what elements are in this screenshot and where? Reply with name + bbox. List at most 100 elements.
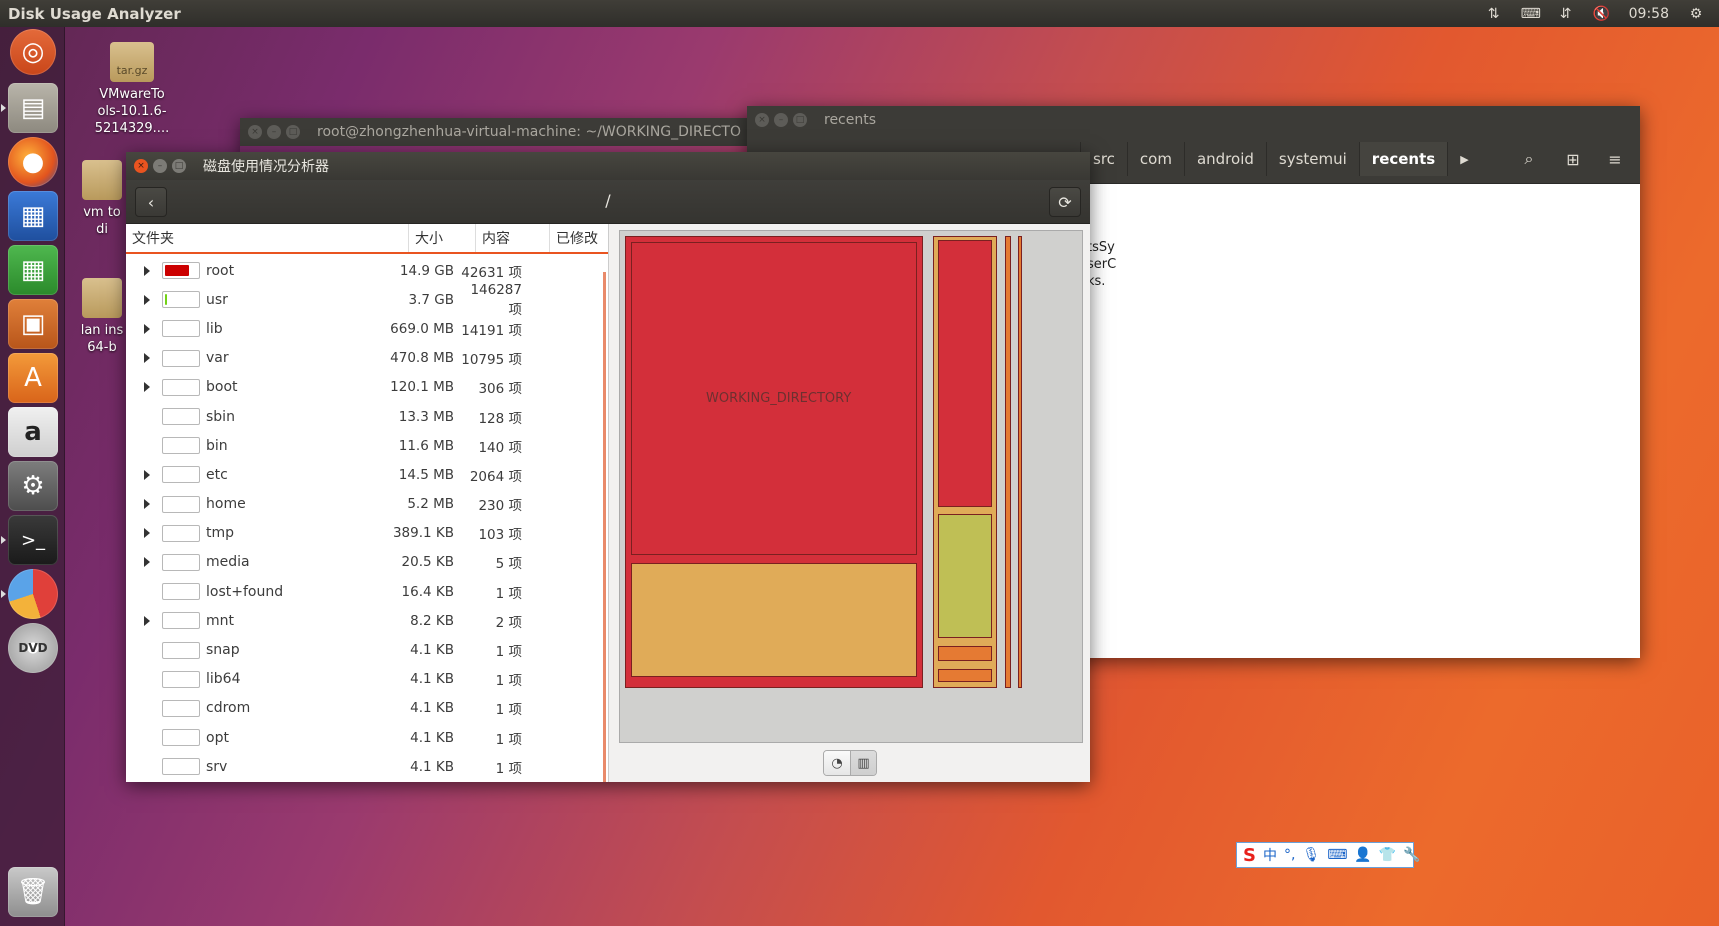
expand-arrow-icon[interactable] [144, 382, 150, 393]
rings-chart-button[interactable]: ◔ [824, 751, 850, 775]
close-icon[interactable]: × [134, 159, 148, 173]
treemap-chart-button[interactable]: ▥ [850, 751, 876, 775]
expand-arrow-icon[interactable] [144, 615, 150, 626]
treemap-block-usr-sub2[interactable] [938, 514, 992, 638]
column-folder[interactable]: 文件夹 [126, 224, 409, 252]
table-row[interactable]: bin 11.6 MB 140 项 [126, 431, 608, 460]
table-row[interactable]: boot 120.1 MB 306 项 [126, 373, 608, 402]
breadcrumb-recents[interactable]: recents [1358, 142, 1448, 176]
panel-clock[interactable]: 09:58 [1629, 6, 1669, 22]
table-row[interactable]: var 470.8 MB 10795 项 [126, 344, 608, 373]
table-row[interactable]: home 5.2 MB 230 项 [126, 490, 608, 519]
writer-icon[interactable]: ▦ [8, 191, 58, 241]
menu-icon[interactable]: ≡ [1596, 142, 1634, 176]
maximize-icon[interactable]: □ [172, 159, 186, 173]
expand-arrow-icon[interactable] [144, 353, 150, 364]
search-icon[interactable]: ⌕ [1510, 142, 1548, 176]
disk-usage-analyzer-icon[interactable] [8, 569, 58, 619]
treemap-block-lib[interactable] [1005, 236, 1011, 688]
power-gear-icon[interactable]: ⚙ [1687, 6, 1705, 22]
table-row[interactable]: lib 669.0 MB 14191 项 [126, 314, 608, 343]
expand-arrow-icon[interactable] [144, 528, 150, 539]
analyzer-titlebar[interactable]: × – □ 磁盘使用情况分析器 [126, 152, 1090, 180]
software-center-icon[interactable]: A [8, 353, 58, 403]
breadcrumb-com[interactable]: com [1126, 142, 1184, 176]
column-size[interactable]: 大小 [409, 224, 476, 252]
calc-icon[interactable]: ▦ [8, 245, 58, 295]
minimize-icon[interactable]: – [774, 113, 788, 127]
table-row[interactable]: srv 4.1 KB 1 项 [126, 752, 608, 781]
minimize-icon[interactable]: – [153, 159, 167, 173]
refresh-button[interactable]: ⟳ [1049, 187, 1081, 217]
close-icon[interactable]: × [248, 125, 262, 139]
ubuntu-dash-icon[interactable]: ◎ [10, 29, 56, 75]
grid-view-icon[interactable]: ⊞ [1554, 142, 1592, 176]
table-row[interactable]: opt 4.1 KB 1 项 [126, 723, 608, 752]
amazon-icon[interactable]: a [8, 407, 58, 457]
trash-icon[interactable]: 🗑 [8, 867, 58, 917]
column-contents[interactable]: 内容 [476, 224, 550, 252]
expand-arrow-icon[interactable] [144, 499, 150, 510]
expand-arrow-icon[interactable] [144, 557, 150, 568]
desktop-icon-2[interactable]: vm to di [78, 160, 126, 238]
treemap-block-usr-sub4[interactable] [938, 669, 992, 682]
expand-arrow-icon[interactable] [144, 265, 150, 276]
expand-arrow-icon[interactable] [144, 469, 150, 480]
table-row[interactable]: lost+found 16.4 KB 1 项 [126, 577, 608, 606]
table-row[interactable]: lib64 4.1 KB 1 项 [126, 665, 608, 694]
disk-usage-analyzer-window[interactable]: × – □ 磁盘使用情况分析器 ‹ / ⟳ 文件夹 大小 内容 已修改 root… [126, 152, 1090, 782]
breadcrumb-forward-icon[interactable]: ▶ [1447, 142, 1480, 176]
table-row[interactable]: sbin 13.3 MB 128 项 [126, 402, 608, 431]
treemap-block-usr-sub1[interactable] [938, 240, 992, 507]
files-app-icon[interactable]: ▤ [8, 83, 58, 133]
breadcrumb-systemui[interactable]: systemui [1265, 142, 1359, 176]
sound-muted-icon[interactable]: 🔇 [1593, 6, 1611, 22]
network-indicator-icon[interactable]: ⇅ [1485, 6, 1503, 22]
scrollbar[interactable] [603, 272, 606, 782]
treemap-block-var[interactable] [1018, 236, 1022, 688]
table-row[interactable]: usr 3.7 GB 146287 项 [126, 282, 608, 318]
table-row[interactable]: snap 4.1 KB 1 项 [126, 635, 608, 664]
maximize-icon[interactable]: □ [286, 125, 300, 139]
table-row[interactable]: mnt 8.2 KB 2 项 [126, 606, 608, 635]
file-item-partial[interactable]: tsSy serC ks. l [1087, 239, 1116, 307]
table-row[interactable]: root 14.9 GB 42631 项 [126, 256, 608, 285]
soft-keyboard-icon[interactable]: ⌨ [1327, 847, 1347, 863]
ime-toolbar[interactable]: S 中 °, 🎙 ⌨ 👤 👕 🔧 [1236, 842, 1421, 868]
close-icon[interactable]: × [755, 113, 769, 127]
punctuation-icon[interactable]: °, [1284, 847, 1295, 863]
folder-name: bin [206, 437, 228, 454]
folder-count: 146287 项 [470, 281, 522, 318]
maximize-icon[interactable]: □ [793, 113, 807, 127]
user-icon[interactable]: 👤 [1354, 847, 1371, 863]
expand-arrow-icon[interactable] [144, 294, 150, 305]
table-row[interactable]: tmp 389.1 KB 103 项 [126, 519, 608, 548]
treemap-block-usr-sub3[interactable] [938, 646, 992, 661]
folder-list[interactable]: 文件夹 大小 内容 已修改 root 14.9 GB 42631 项 usr 3.7 G… [126, 224, 608, 782]
treemap-chart[interactable]: WORKING_DIRECTORY [619, 230, 1083, 743]
files-titlebar[interactable]: × – □ recents [747, 106, 1640, 134]
table-row[interactable]: cdrom 4.1 KB 1 项 [126, 694, 608, 723]
treemap-block-root-sub[interactable] [631, 563, 917, 677]
expand-arrow-icon[interactable] [144, 323, 150, 334]
sogou-logo: S [1243, 844, 1256, 866]
system-settings-icon[interactable]: ⚙ [8, 461, 58, 511]
terminal-titlebar[interactable]: × – □ root@zhongzhenhua-virtual-machine:… [240, 118, 760, 146]
skin-icon[interactable]: 👕 [1379, 847, 1396, 863]
table-row[interactable]: etc 14.5 MB 2064 项 [126, 460, 608, 489]
breadcrumb-android[interactable]: android [1183, 142, 1266, 176]
firefox-icon[interactable]: ● [8, 137, 58, 187]
column-modified[interactable]: 已修改 [550, 224, 608, 252]
keyboard-indicator-icon[interactable]: ⌨ [1521, 6, 1541, 22]
desktop-icon-vmware-tools[interactable]: tar.gz VMwareTo ols-10.1.6- 5214329.... [86, 42, 178, 137]
ime-mode[interactable]: 中 [1263, 845, 1277, 865]
dvd-icon[interactable]: DVD [8, 623, 58, 673]
table-row[interactable]: media 20.5 KB 5 项 [126, 548, 608, 577]
microphone-icon[interactable]: 🎙 [1302, 847, 1320, 863]
minimize-icon[interactable]: – [267, 125, 281, 139]
terminal-icon[interactable]: >_ [8, 515, 58, 565]
impress-icon[interactable]: ▣ [8, 299, 58, 349]
transfer-indicator-icon[interactable]: ⇵ [1557, 6, 1575, 22]
wrench-icon[interactable]: 🔧 [1403, 847, 1420, 863]
desktop-icon-3[interactable]: lan ins 64-b [78, 278, 126, 356]
